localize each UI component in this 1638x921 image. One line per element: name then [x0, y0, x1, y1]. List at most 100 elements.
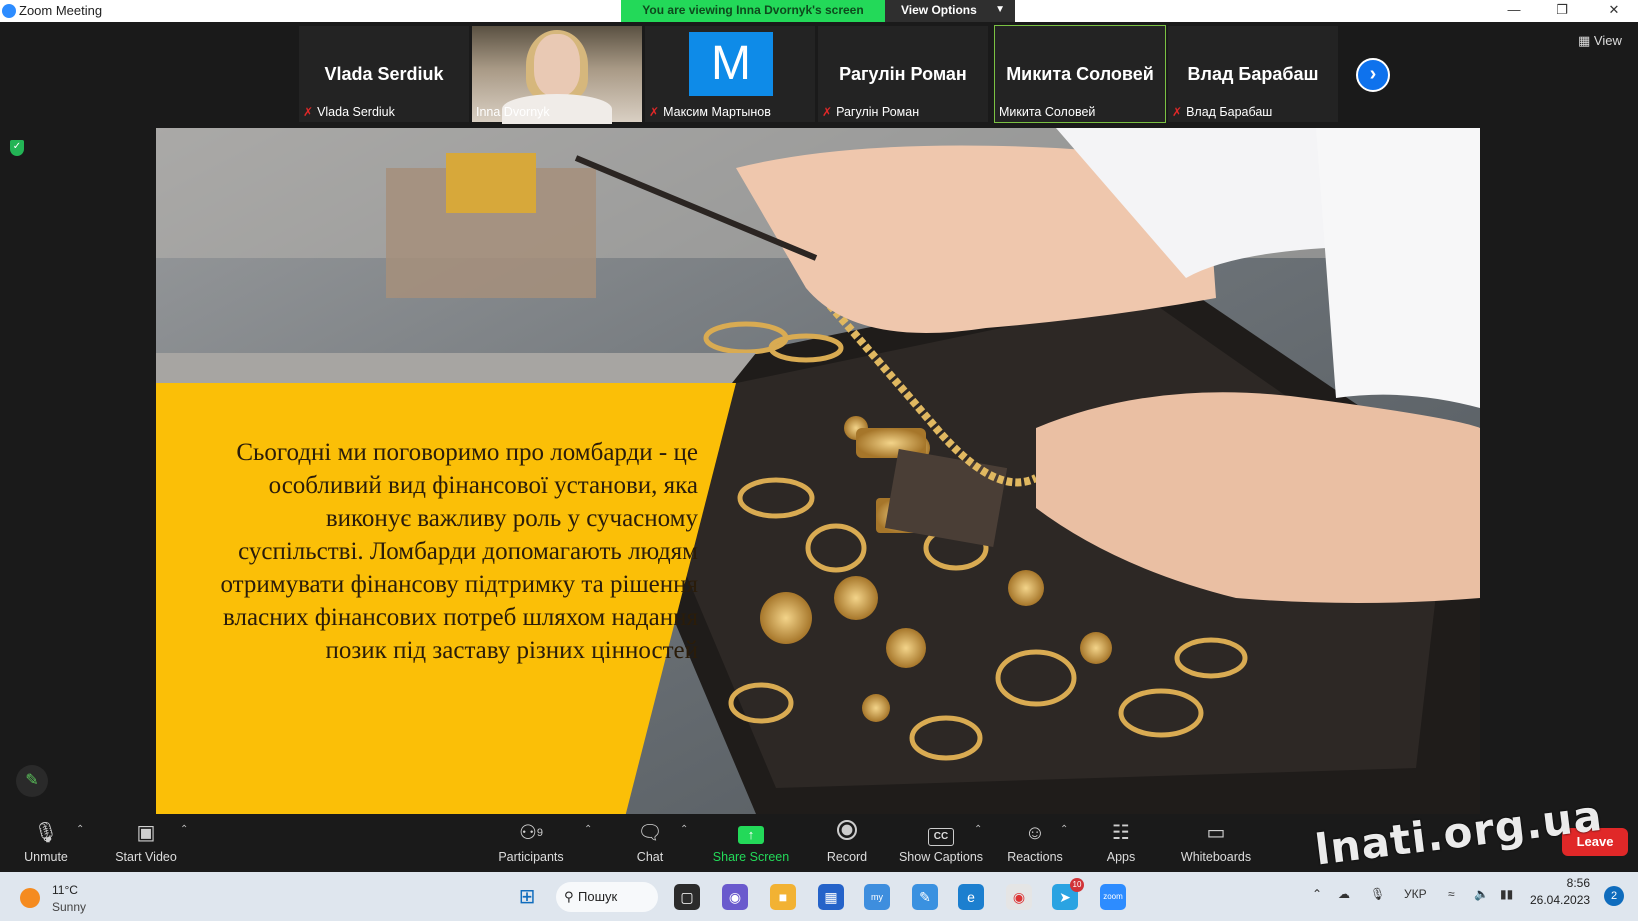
weather-temperature: 11°C [52, 883, 78, 897]
participant-name-label: ✗ Vlada Serdiuk [303, 105, 395, 119]
participant-name: Микита Соловей [999, 105, 1096, 119]
title-bar: Zoom Meeting You are viewing Inna Dvorny… [0, 0, 1638, 22]
mic-muted-icon: ✗ [649, 105, 660, 119]
chat-button[interactable]: 🗨 Chat [630, 820, 670, 870]
participant-tile[interactable]: Vlada Serdiuk ✗ Vlada Serdiuk [298, 25, 470, 123]
windows-start-icon[interactable]: ⊞ [514, 884, 540, 910]
participant-display-name: Рагулін Роман [839, 64, 967, 84]
chevron-down-icon: ▼ [995, 4, 1005, 15]
reactions-caret-icon[interactable]: ⌃ [1060, 824, 1068, 835]
volume-icon[interactable]: 🔈 [1474, 887, 1489, 901]
captions-cc-icon: CC [896, 820, 986, 846]
battery-icon[interactable]: ▮▮ [1500, 887, 1513, 901]
video-off-icon: ▣ [136, 822, 156, 844]
participant-tile[interactable]: Рагулін Роман ✗ Рагулін Роман [817, 25, 989, 123]
clock-time: 8:56 [1566, 876, 1590, 890]
apps-icon: ☷ [1112, 822, 1130, 844]
task-view-icon[interactable]: ▢ [674, 884, 700, 910]
notes-app-icon[interactable]: ✎ [912, 884, 938, 910]
unmute-label: Unmute [24, 850, 68, 864]
next-page-arrow-icon[interactable]: › [1356, 58, 1390, 92]
weather-condition: Sunny [52, 900, 87, 914]
participant-display-name: Микита Соловей [1006, 64, 1154, 84]
chrome-browser-icon[interactable]: ◉ [1006, 884, 1032, 910]
audio-options-caret-icon[interactable]: ⌃ [76, 824, 84, 835]
video-options-caret-icon[interactable]: ⌃ [180, 824, 188, 835]
encryption-shield-icon[interactable]: ✓ [10, 140, 24, 156]
share-screen-label: Share Screen [712, 850, 790, 864]
participant-display-name: Vlada Serdiuk [324, 64, 444, 84]
taskbar-search[interactable]: ⚲ Пошук [556, 882, 658, 912]
microphone-tray-icon[interactable]: 🎙 [1370, 887, 1385, 901]
show-captions-button[interactable]: CC Show Captions [896, 820, 986, 870]
show-hidden-icons-chevron-icon[interactable]: ⌃ [1312, 887, 1322, 901]
participant-tile[interactable]: M ✗ Максим Мартынов [644, 25, 816, 123]
microsoft-store-icon[interactable]: ▦ [818, 884, 844, 910]
view-options-label: View Options [901, 3, 977, 17]
view-label: View [1593, 33, 1622, 48]
whiteboards-button[interactable]: ▭ Whiteboards [1176, 820, 1256, 870]
zoom-app-icon [2, 4, 16, 18]
unmute-button[interactable]: 🎙 Unmute [18, 820, 74, 870]
participants-caret-icon[interactable]: ⌃ [584, 824, 592, 835]
apps-label: Apps [1106, 850, 1136, 864]
apps-button[interactable]: ☷ Apps [1100, 820, 1142, 870]
start-video-button[interactable]: ▣ Start Video [108, 820, 184, 870]
participant-tile[interactable]: Влад Барабаш ✗ Влад Барабаш [1167, 25, 1339, 123]
participant-name: Влад Барабаш [1186, 105, 1273, 119]
telegram-icon[interactable]: ➤ 10 [1052, 878, 1084, 910]
input-language[interactable]: УКР [1404, 887, 1427, 901]
participant-video-face [534, 34, 580, 96]
chat-bubble-icon: 🗨 [637, 822, 663, 844]
participants-icon: ⚇9 [518, 822, 544, 844]
annotate-pencil-icon[interactable]: ✎ [16, 765, 48, 797]
mic-muted-icon: ✗ [303, 105, 314, 119]
onedrive-cloud-icon[interactable]: ☁ [1338, 887, 1350, 901]
edge-browser-icon[interactable]: e [958, 884, 984, 910]
mic-muted-icon: ✗ [822, 105, 833, 119]
mydoc-app-icon[interactable]: my [864, 884, 890, 910]
reactions-label: Reactions [1007, 850, 1063, 864]
file-explorer-icon[interactable]: ■ [770, 884, 796, 910]
participant-name-label: ✗ Максим Мартынов [649, 105, 771, 119]
record-icon [820, 820, 874, 846]
clock-date: 26.04.2023 [1530, 893, 1591, 907]
microphone-muted-icon: 🎙 [33, 822, 59, 844]
grid-icon: ▦ [1578, 33, 1594, 48]
window-title: Zoom Meeting [19, 3, 103, 18]
reactions-button[interactable]: ☺ Reactions [1004, 820, 1066, 870]
participant-name-label: ✗ Влад Барабаш [1172, 105, 1272, 119]
captions-caret-icon[interactable]: ⌃ [974, 824, 982, 835]
participant-tile-video[interactable]: Inna Dvornyk [471, 25, 643, 124]
avatar: M [689, 32, 773, 96]
notification-count[interactable]: 2 [1604, 886, 1624, 906]
wifi-icon[interactable]: ≈ [1448, 887, 1455, 901]
telegram-unread-badge: 10 [1070, 878, 1084, 892]
taskbar-clock[interactable]: 8:56 26.04.2023 [1530, 875, 1590, 909]
participants-button[interactable]: ⚇9 Participants [494, 820, 568, 870]
zoom-window: Zoom Meeting You are viewing Inna Dvorny… [0, 0, 1638, 921]
mic-muted-icon: ✗ [1172, 105, 1183, 119]
participant-name: Vlada Serdiuk [317, 105, 395, 119]
minimize-icon[interactable]: — [1490, 0, 1538, 22]
share-screen-button[interactable]: ↑ Share Screen [708, 820, 794, 870]
close-icon[interactable]: ✕ [1590, 0, 1638, 22]
record-button[interactable]: Record [820, 820, 874, 870]
participants-label: Participants [498, 850, 564, 864]
participant-tile-active-speaker[interactable]: Микита Соловей Микита Соловей [994, 25, 1166, 123]
participant-display-name: Влад Барабаш [1187, 64, 1319, 84]
show-captions-label: Show Captions [898, 850, 984, 864]
chat-label: Chat [636, 850, 664, 864]
teams-chat-icon[interactable]: ◉ [722, 884, 748, 910]
viewing-screen-banner: You are viewing Inna Dvornyk's screen [621, 0, 885, 22]
sun-icon [20, 888, 40, 908]
zoom-taskbar-icon[interactable]: zoom [1100, 884, 1126, 910]
participant-name: Inna Dvornyk [476, 105, 550, 119]
slide-text: Сьогодні ми поговоримо про ломбарди - це… [220, 439, 698, 664]
restore-icon[interactable]: ❐ [1538, 0, 1586, 22]
chat-caret-icon[interactable]: ⌃ [680, 824, 688, 835]
participant-name: Рагулін Роман [836, 105, 920, 119]
slide-gray-band [156, 353, 756, 383]
view-button[interactable]: ▦ View [1578, 33, 1622, 49]
view-options-button[interactable]: View Options ▼ [885, 0, 1015, 22]
